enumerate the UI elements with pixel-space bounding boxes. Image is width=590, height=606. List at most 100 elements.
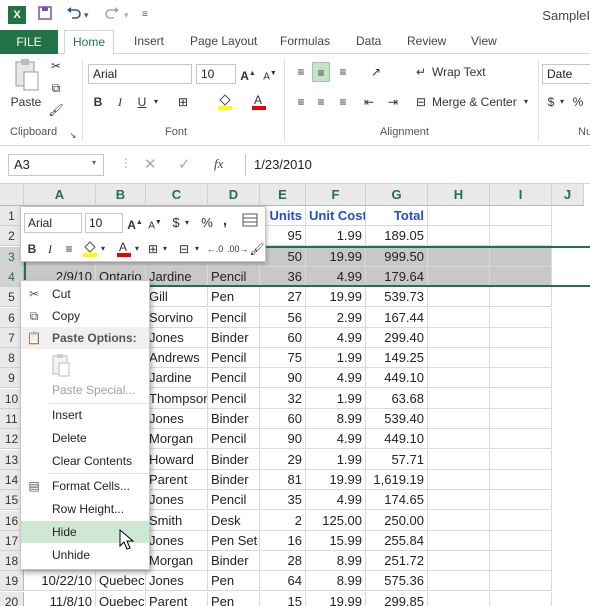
- align-middle-icon[interactable]: ≡: [312, 62, 330, 82]
- table-cell[interactable]: [428, 551, 490, 572]
- column-header[interactable]: B: [96, 184, 146, 206]
- table-cell[interactable]: 75: [260, 348, 306, 369]
- table-cell[interactable]: [428, 449, 490, 470]
- accounting-format-button[interactable]: $: [544, 92, 558, 112]
- table-cell[interactable]: Binder: [208, 551, 260, 572]
- mini-merge-dropdown-icon[interactable]: ▾: [193, 239, 201, 259]
- table-cell[interactable]: Total: [366, 206, 428, 226]
- table-cell[interactable]: [490, 429, 552, 450]
- table-cell[interactable]: [490, 530, 552, 551]
- table-cell[interactable]: Pencil: [208, 368, 260, 389]
- table-cell[interactable]: 250.00: [366, 510, 428, 531]
- table-cell[interactable]: 27: [260, 287, 306, 308]
- table-cell[interactable]: Jones: [146, 530, 208, 551]
- table-cell[interactable]: [490, 510, 552, 531]
- fill-color-icon[interactable]: [216, 92, 234, 112]
- table-cell[interactable]: Binder: [208, 469, 260, 490]
- menu-item-insert[interactable]: Insert: [21, 404, 149, 426]
- table-cell[interactable]: 60: [260, 327, 306, 348]
- table-cell[interactable]: 60: [260, 409, 306, 429]
- mini-center-align-icon[interactable]: ≡: [61, 239, 77, 259]
- row-header[interactable]: 20: [0, 591, 24, 606]
- increase-indent-icon[interactable]: ⇥: [384, 92, 402, 112]
- increase-font-icon[interactable]: A▲: [240, 64, 256, 84]
- table-cell[interactable]: 1.99: [306, 226, 366, 247]
- table-cell[interactable]: 449.10: [366, 368, 428, 389]
- table-cell[interactable]: Unit Cost: [306, 206, 366, 226]
- table-cell[interactable]: Sorvino: [146, 307, 208, 328]
- table-cell[interactable]: [490, 348, 552, 369]
- table-cell[interactable]: Pencil: [208, 388, 260, 409]
- table-cell[interactable]: 19.99: [306, 591, 366, 606]
- table-cell[interactable]: Pencil: [208, 429, 260, 450]
- insert-function-icon[interactable]: fx: [214, 156, 223, 172]
- column-header[interactable]: J: [552, 184, 584, 206]
- table-cell[interactable]: 90: [260, 429, 306, 450]
- table-cell[interactable]: 4.99: [306, 490, 366, 511]
- mini-accounting-button[interactable]: $: [169, 213, 183, 233]
- table-cell[interactable]: 299.85: [366, 591, 428, 606]
- table-cell[interactable]: 19.99: [306, 287, 366, 308]
- table-cell[interactable]: 56: [260, 307, 306, 328]
- mini-borders-icon[interactable]: ⊞: [145, 239, 161, 259]
- undo-dropdown-icon[interactable]: ▾: [84, 10, 89, 21]
- mini-decrease-font-icon[interactable]: A▼: [147, 213, 163, 233]
- table-cell[interactable]: Gill: [146, 287, 208, 308]
- table-cell[interactable]: Jones: [146, 571, 208, 592]
- tab-review[interactable]: Review: [407, 30, 446, 54]
- mini-format-table-icon[interactable]: [241, 213, 259, 233]
- undo-icon[interactable]: [66, 6, 82, 23]
- select-all-corner[interactable]: [0, 184, 24, 206]
- table-cell[interactable]: 2: [260, 510, 306, 531]
- table-cell[interactable]: [490, 591, 552, 606]
- menu-item-clear-contents[interactable]: Clear Contents: [21, 450, 149, 472]
- table-cell[interactable]: Quebec: [96, 571, 146, 592]
- mini-fill-color-icon[interactable]: [81, 239, 99, 259]
- name-box[interactable]: A3: [8, 154, 104, 176]
- align-right-icon[interactable]: ≡: [334, 92, 352, 112]
- table-cell[interactable]: [428, 409, 490, 429]
- table-cell[interactable]: 57.71: [366, 449, 428, 470]
- table-cell[interactable]: Parent: [146, 469, 208, 490]
- table-cell[interactable]: Jones: [146, 490, 208, 511]
- borders-icon[interactable]: ⊞: [174, 92, 192, 112]
- number-format-select[interactable]: Date: [542, 64, 590, 84]
- table-cell[interactable]: Binder: [208, 409, 260, 429]
- font-name-select[interactable]: Arial: [88, 64, 192, 84]
- table-cell[interactable]: [490, 469, 552, 490]
- table-cell[interactable]: 149.25: [366, 348, 428, 369]
- table-cell[interactable]: [490, 206, 552, 226]
- table-cell[interactable]: Andrews: [146, 348, 208, 369]
- table-cell[interactable]: Binder: [208, 449, 260, 470]
- table-cell[interactable]: [490, 571, 552, 592]
- table-cell[interactable]: [428, 348, 490, 369]
- wrap-text-button[interactable]: Wrap Text: [432, 62, 492, 82]
- table-cell[interactable]: [428, 490, 490, 511]
- mini-font-color-icon[interactable]: A: [115, 239, 133, 259]
- table-cell[interactable]: Units: [260, 206, 306, 226]
- tab-insert[interactable]: Insert: [134, 30, 164, 54]
- table-cell[interactable]: 19.99: [306, 469, 366, 490]
- table-cell[interactable]: 8.99: [306, 409, 366, 429]
- cut-icon[interactable]: ✂: [46, 56, 66, 76]
- table-cell[interactable]: 64: [260, 571, 306, 592]
- format-painter-icon[interactable]: 🖌: [46, 100, 66, 120]
- column-header[interactable]: E: [260, 184, 306, 206]
- table-cell[interactable]: Pencil: [208, 490, 260, 511]
- table-cell[interactable]: 35: [260, 490, 306, 511]
- mini-accounting-dropdown-icon[interactable]: ▾: [183, 213, 191, 233]
- table-cell[interactable]: 255.84: [366, 530, 428, 551]
- table-cell[interactable]: [428, 530, 490, 551]
- save-icon[interactable]: [38, 6, 52, 23]
- font-size-select[interactable]: 10: [196, 64, 236, 84]
- font-color-icon[interactable]: A: [250, 92, 268, 112]
- table-cell[interactable]: 10/22/10: [24, 571, 96, 592]
- table-cell[interactable]: Morgan: [146, 429, 208, 450]
- menu-item-cut[interactable]: ✂ Cut: [21, 283, 149, 305]
- mini-font-color-dropdown-icon[interactable]: ▾: [133, 239, 141, 259]
- table-cell[interactable]: Pencil: [208, 307, 260, 328]
- row-header[interactable]: 19: [0, 571, 24, 592]
- mini-decrease-decimal-icon[interactable]: .00→: [227, 239, 249, 259]
- italic-button[interactable]: I: [112, 92, 128, 112]
- table-cell[interactable]: [428, 469, 490, 490]
